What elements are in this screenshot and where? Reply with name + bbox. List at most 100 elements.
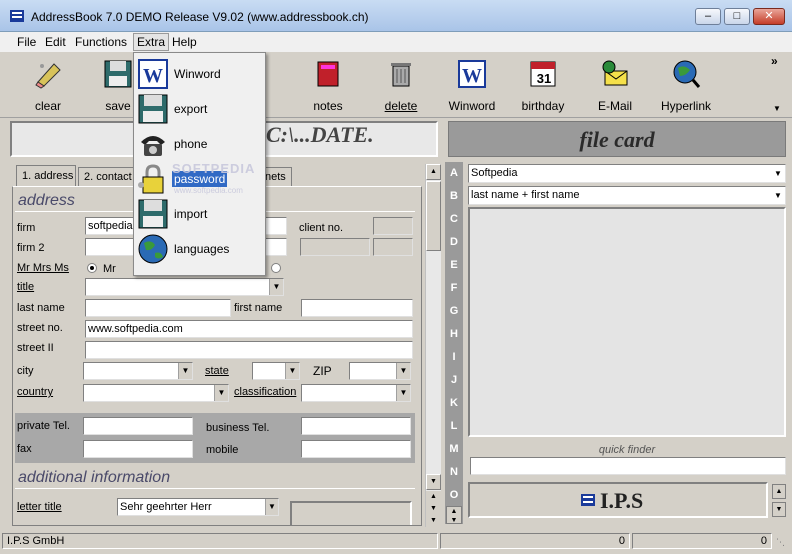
alphabet-letter-l[interactable]: L: [447, 420, 461, 432]
alphabet-letter-n[interactable]: N: [447, 466, 461, 478]
card-scroll-down-icon[interactable]: ▼: [772, 502, 786, 517]
alphabet-letter-h[interactable]: H: [447, 328, 461, 340]
firm-input-tail[interactable]: [265, 217, 287, 235]
extra-menu-password[interactable]: password SOFTPEDIA www.softpedia.com: [134, 161, 265, 196]
quick-finder-input[interactable]: [470, 457, 786, 475]
menu-extra[interactable]: Extra: [133, 33, 170, 51]
first-name-label: first name: [234, 302, 283, 314]
address-section-title: address: [18, 192, 75, 209]
scroll-down-arrow-icon[interactable]: ▼: [426, 474, 441, 490]
state-combo[interactable]: ▼: [252, 362, 300, 380]
classification-combo[interactable]: ▼: [301, 384, 411, 402]
clear-button[interactable]: clear: [16, 52, 80, 114]
close-button[interactable]: ✕: [753, 8, 785, 25]
notes-button[interactable]: notes: [296, 52, 360, 114]
scroll-page-down-icon[interactable]: ▼: [426, 503, 441, 515]
resize-grip-icon[interactable]: ⋱: [776, 537, 785, 548]
window-title: AddressBook 7.0 DEMO Release V9.02 (www.…: [31, 10, 369, 24]
list-combo[interactable]: Softpedia: [468, 164, 786, 183]
alphabet-scroll-icon[interactable]: ▲ ▼: [446, 506, 462, 524]
menu-functions[interactable]: Functions: [75, 35, 127, 49]
chevron-down-icon[interactable]: ▼: [771, 165, 785, 182]
form-scrollbar[interactable]: ▲ ▼ ▲ ▼ ▼: [425, 164, 441, 527]
winword-button[interactable]: W Winword: [440, 52, 504, 114]
scroll-end-icon[interactable]: ▼: [426, 515, 441, 527]
delete-button[interactable]: delete: [369, 52, 433, 114]
contact-list[interactable]: [468, 207, 786, 437]
alphabet-letter-k[interactable]: K: [447, 397, 461, 409]
clear-label: clear: [34, 99, 61, 113]
email-button[interactable]: E-Mail: [583, 52, 647, 114]
zip-label: ZIP: [313, 364, 332, 378]
last-name-input[interactable]: [85, 299, 231, 317]
extra-menu-import[interactable]: import: [134, 196, 265, 231]
path-display-value: C:\...DATE.: [266, 122, 374, 147]
scroll-up-arrow-icon[interactable]: ▲: [426, 164, 441, 180]
menu-file[interactable]: File: [17, 35, 36, 49]
chevron-down-icon: ▼: [396, 363, 410, 379]
chevron-down-icon[interactable]: ▼: [771, 187, 785, 204]
tab-nets-label: nets: [265, 171, 286, 183]
alphabet-letter-e[interactable]: E: [447, 259, 461, 271]
firm2-input-tail[interactable]: [265, 238, 287, 256]
alphabet-letter-b[interactable]: B: [447, 190, 461, 202]
firm2-extra-field[interactable]: [300, 238, 370, 256]
toolbar-scroll-arrow[interactable]: ▼: [773, 104, 781, 113]
firm2-extra-field-2[interactable]: [373, 238, 413, 256]
fax-input[interactable]: [83, 440, 193, 458]
menu-help[interactable]: Help: [172, 35, 197, 49]
calendar-icon: 31: [530, 61, 556, 87]
mobile-label: mobile: [206, 444, 239, 456]
alphabet-letter-j[interactable]: J: [447, 374, 461, 386]
first-name-input[interactable]: [301, 299, 413, 317]
city-combo[interactable]: ▼: [83, 362, 193, 380]
telephone-icon: [141, 136, 165, 156]
alphabet-letter-i[interactable]: I: [447, 351, 461, 363]
birthday-button[interactable]: 31 birthday: [511, 52, 575, 114]
toolbar: clear save notes delete W Winword 31 bir…: [0, 52, 792, 118]
tab-address[interactable]: 1. address: [16, 165, 76, 186]
hyperlink-button[interactable]: Hyperlink: [654, 52, 718, 114]
scrollbar-thumb[interactable]: [426, 181, 441, 251]
extra-menu-winword[interactable]: W Winword: [134, 56, 265, 91]
extra-menu-languages[interactable]: languages: [134, 231, 265, 266]
maximize-button[interactable]: □: [724, 8, 750, 25]
notebook-icon: [317, 61, 339, 87]
private-tel-input[interactable]: [83, 417, 193, 435]
card-scroll-up-icon[interactable]: ▲: [772, 484, 786, 499]
client-no-input[interactable]: [373, 217, 413, 235]
salutation-radio-other[interactable]: [271, 263, 281, 273]
extra-menu-phone[interactable]: phone: [134, 126, 265, 161]
floppy-icon: [138, 94, 168, 124]
salutation-label: Mr Mrs Ms: [17, 262, 69, 274]
alphabet-letter-d[interactable]: D: [447, 236, 461, 248]
minimize-button[interactable]: –: [695, 8, 721, 25]
hyperlink-label: Hyperlink: [660, 99, 711, 113]
menu-edit[interactable]: Edit: [45, 35, 66, 49]
street2-input[interactable]: [85, 341, 413, 359]
firm2-label: firm 2: [17, 242, 45, 254]
alphabet-letter-c[interactable]: C: [447, 213, 461, 225]
scroll-page-up-icon[interactable]: ▲: [426, 491, 441, 503]
letter-title-combo[interactable]: Sehr geehrter Herr: [117, 498, 279, 516]
mobile-input[interactable]: [301, 440, 411, 458]
svg-text:W: W: [143, 65, 163, 87]
tab-contact[interactable]: 2. contact: [78, 167, 136, 186]
alphabet-letter-f[interactable]: F: [447, 282, 461, 294]
alphabet-letter-m[interactable]: M: [447, 443, 461, 455]
section-divider-2: [15, 488, 415, 489]
sort-combo[interactable]: last name + first name: [468, 186, 786, 205]
country-combo[interactable]: ▼: [83, 384, 229, 402]
alphabet-letter-g[interactable]: G: [447, 305, 461, 317]
alphabet-letter-a[interactable]: A: [447, 167, 461, 179]
zip-combo[interactable]: ▼: [349, 362, 411, 380]
chevron-down-icon[interactable]: ▼: [265, 499, 278, 515]
salutation-radio-mr[interactable]: [87, 263, 97, 273]
title-combo[interactable]: ▼: [85, 278, 284, 296]
business-tel-input[interactable]: [301, 417, 411, 435]
toolbar-more-chevron[interactable]: »: [771, 54, 778, 68]
alphabet-letter-o[interactable]: O: [447, 489, 461, 501]
svg-text:W: W: [462, 65, 482, 87]
street-input[interactable]: www.softpedia.com: [85, 320, 413, 338]
extra-menu-export[interactable]: export: [134, 91, 265, 126]
